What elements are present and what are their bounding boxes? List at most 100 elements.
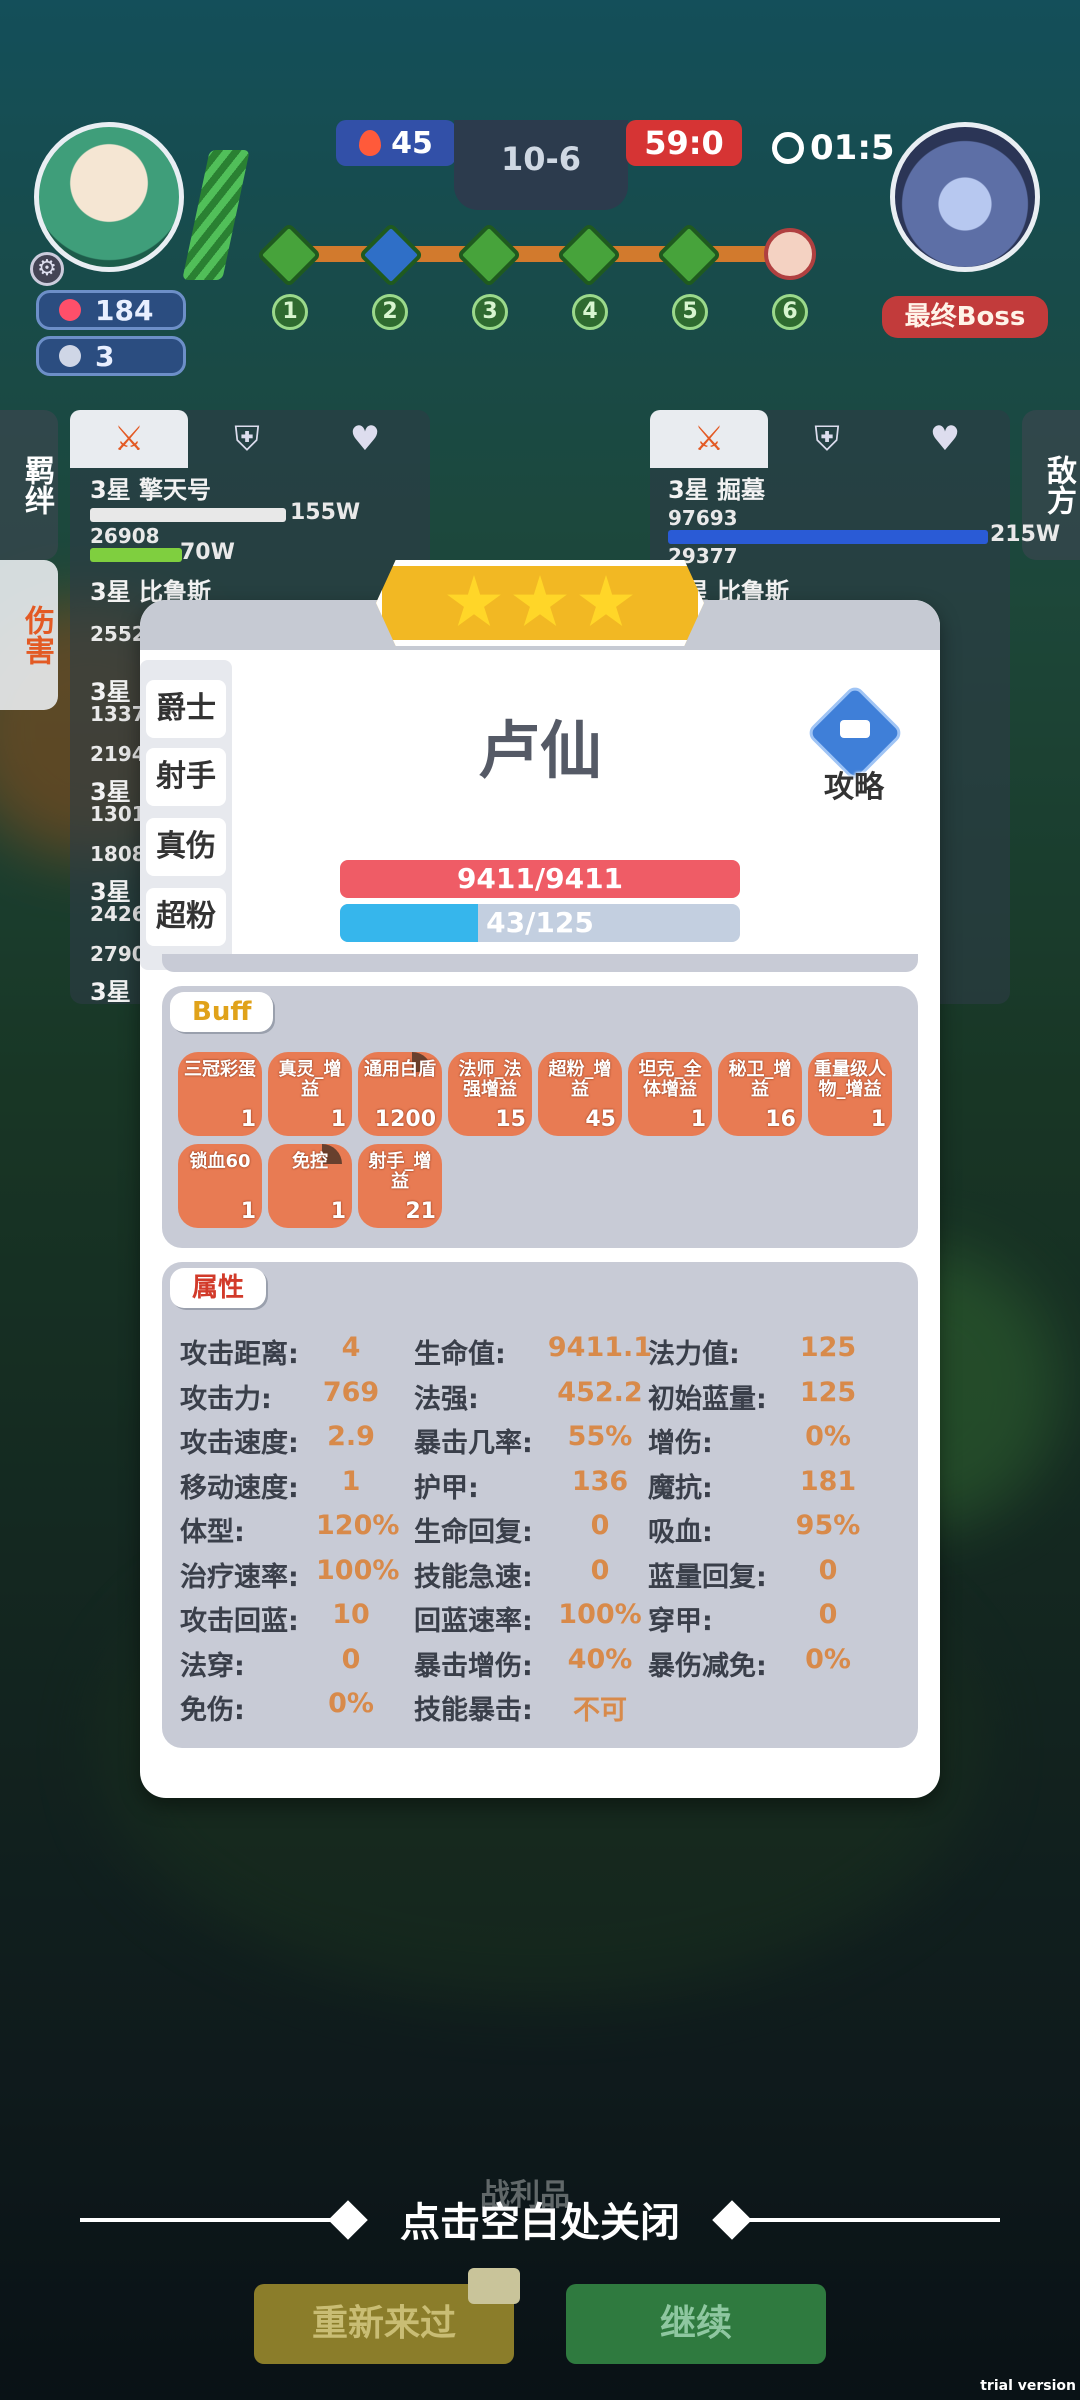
attribute-row: 攻击力: 769 bbox=[180, 1377, 386, 1416]
star-icon bbox=[579, 575, 633, 626]
star-icon bbox=[513, 575, 567, 626]
star-rank-banner bbox=[376, 560, 704, 646]
buff-item[interactable]: 免控 1 bbox=[268, 1144, 352, 1228]
tab-damage[interactable]: 伤害 bbox=[0, 560, 58, 710]
buff-name: 秘卫_增益 bbox=[728, 1059, 792, 1100]
attribute-value: 0 bbox=[818, 1554, 838, 1586]
buff-name: 射手_增益 bbox=[368, 1151, 432, 1192]
buff-count: 16 bbox=[765, 1107, 796, 1132]
buff-count: 45 bbox=[585, 1107, 616, 1132]
enemy-panel-tabs: ⚔ ⛨ ♥ bbox=[650, 410, 1004, 468]
attribute-value: 120% bbox=[316, 1510, 400, 1541]
trait-super-fan[interactable]: 超粉 bbox=[146, 888, 226, 946]
player-avatar[interactable] bbox=[34, 122, 184, 272]
divider bbox=[162, 954, 918, 972]
sword-icon[interactable]: ⚔ bbox=[70, 410, 188, 468]
attribute-label: 攻击力: bbox=[180, 1383, 272, 1415]
trial-watermark: trial version bbox=[980, 2378, 1076, 2394]
buff-item[interactable]: 锁血60 1 bbox=[178, 1144, 262, 1228]
buff-item[interactable]: 重量级人物_增益 1 bbox=[808, 1052, 892, 1136]
attribute-value: 4 bbox=[341, 1332, 361, 1363]
stage-number: 2 bbox=[372, 294, 408, 330]
buff-item[interactable]: 通用白盾 1200 bbox=[358, 1052, 442, 1136]
attribute-value: 100% bbox=[316, 1554, 400, 1586]
attribute-value: 10 bbox=[332, 1599, 370, 1630]
attribute-value: 95% bbox=[795, 1510, 861, 1541]
buff-name: 通用白盾 bbox=[364, 1059, 436, 1080]
attribute-row: 初始蓝量: 125 bbox=[648, 1377, 868, 1416]
attribute-label: 暴击几率: bbox=[414, 1428, 533, 1459]
attribute-row: 生命回复: 0 bbox=[414, 1510, 660, 1549]
continue-button[interactable]: 继续 bbox=[566, 2284, 826, 2364]
buff-name: 锁血60 bbox=[189, 1151, 251, 1172]
attribute-value: 0% bbox=[805, 1643, 851, 1675]
stage-number: 4 bbox=[572, 294, 608, 330]
attribute-value: 0 bbox=[341, 1643, 361, 1675]
buff-name: 真灵_增益 bbox=[278, 1059, 342, 1100]
sword-icon[interactable]: ⚔ bbox=[650, 410, 768, 468]
buff-item[interactable]: 坦克_全体增益 1 bbox=[628, 1052, 712, 1136]
boss-avatar[interactable] bbox=[890, 122, 1040, 272]
attribute-label: 魔抗: bbox=[648, 1472, 713, 1504]
hearts-value: 184 bbox=[95, 293, 154, 327]
attribute-row: 生命值: 9411.1 bbox=[414, 1332, 660, 1371]
attribute-row: 魔抗: 181 bbox=[648, 1466, 868, 1505]
attribute-row: 护甲: 136 bbox=[414, 1466, 660, 1505]
damage-bar bbox=[668, 530, 988, 544]
attribute-value: 2.9 bbox=[327, 1421, 375, 1452]
buff-name: 法师_法强增益 bbox=[458, 1059, 522, 1100]
buff-name: 免控 bbox=[292, 1151, 328, 1172]
attribute-value: 40% bbox=[567, 1643, 633, 1675]
buff-item[interactable]: 射手_增益 21 bbox=[358, 1144, 442, 1228]
damage-bar bbox=[90, 508, 286, 522]
stage-number: 3 bbox=[472, 294, 508, 330]
unit-name: 3星 擎天号 bbox=[90, 476, 212, 504]
attribute-value: 125 bbox=[799, 1376, 857, 1408]
shield-icon[interactable]: ⛨ bbox=[188, 410, 306, 468]
shield-icon[interactable]: ⛨ bbox=[768, 410, 886, 468]
attribute-label: 穿甲: bbox=[648, 1606, 713, 1637]
close-hint[interactable]: 点击空白处关闭 bbox=[0, 2190, 1080, 2248]
guide-button[interactable]: 攻略 bbox=[804, 683, 905, 805]
attribute-value: 181 bbox=[799, 1465, 857, 1497]
buff-count: 1 bbox=[330, 1107, 346, 1132]
attribute-row: 技能暴击: 不可 bbox=[414, 1688, 660, 1727]
attribute-label: 法力值: bbox=[648, 1339, 740, 1370]
buff-item[interactable]: 法师_法强增益 15 bbox=[448, 1052, 532, 1136]
attribute-label: 生命值: bbox=[414, 1339, 506, 1370]
attribute-value: 不可 bbox=[573, 1695, 627, 1726]
buff-item[interactable]: 三冠彩蛋 1 bbox=[178, 1052, 262, 1136]
timer-value: 01:5 bbox=[810, 128, 895, 168]
trait-true-damage[interactable]: 真伤 bbox=[146, 818, 226, 876]
attribute-value: 55% bbox=[567, 1421, 633, 1452]
damage-bar bbox=[90, 548, 182, 562]
stage-number: 6 bbox=[772, 294, 808, 330]
attribute-row: 移动速度: 1 bbox=[180, 1466, 386, 1505]
round-indicator: 10-6 bbox=[454, 120, 628, 210]
attribute-row: 攻击回蓝: 10 bbox=[180, 1599, 386, 1638]
tab-bonds[interactable]: 羁绊 bbox=[0, 410, 58, 560]
attribute-value: 0 bbox=[818, 1599, 838, 1630]
buff-count: 1 bbox=[870, 1107, 886, 1132]
heart-icon[interactable]: ♥ bbox=[886, 410, 1004, 468]
attribute-label: 回蓝速率: bbox=[414, 1606, 533, 1637]
clock-icon bbox=[772, 132, 804, 164]
attribute-label: 体型: bbox=[180, 1517, 245, 1548]
attribute-value: 769 bbox=[322, 1376, 380, 1408]
buff-item[interactable]: 秘卫_增益 16 bbox=[718, 1052, 802, 1136]
unit-name: 3星 bbox=[90, 978, 131, 1006]
attribute-label: 攻击速度: bbox=[180, 1428, 299, 1459]
attribute-section: 属性 攻击距离: 4 生命值: 9411.1 法力值: 125 攻击力: 769 法强: 452.… bbox=[162, 1262, 918, 1748]
buff-count: 1 bbox=[330, 1199, 346, 1224]
attribute-row: 法强: 452.2 bbox=[414, 1377, 660, 1416]
retry-button[interactable]: 重新来过 bbox=[254, 2268, 520, 2364]
attribute-label: 法穿: bbox=[180, 1650, 245, 1682]
buff-item[interactable]: 真灵_增益 1 bbox=[268, 1052, 352, 1136]
attribute-row: 免伤: 0% bbox=[180, 1688, 386, 1727]
buff-item[interactable]: 超粉_增益 45 bbox=[538, 1052, 622, 1136]
buff-count: 15 bbox=[495, 1107, 526, 1132]
attribute-value: 0 bbox=[590, 1510, 610, 1541]
damage-value: 155W bbox=[290, 500, 361, 525]
gear-icon[interactable]: ⚙ bbox=[30, 252, 64, 286]
heart-icon[interactable]: ♥ bbox=[306, 410, 424, 468]
